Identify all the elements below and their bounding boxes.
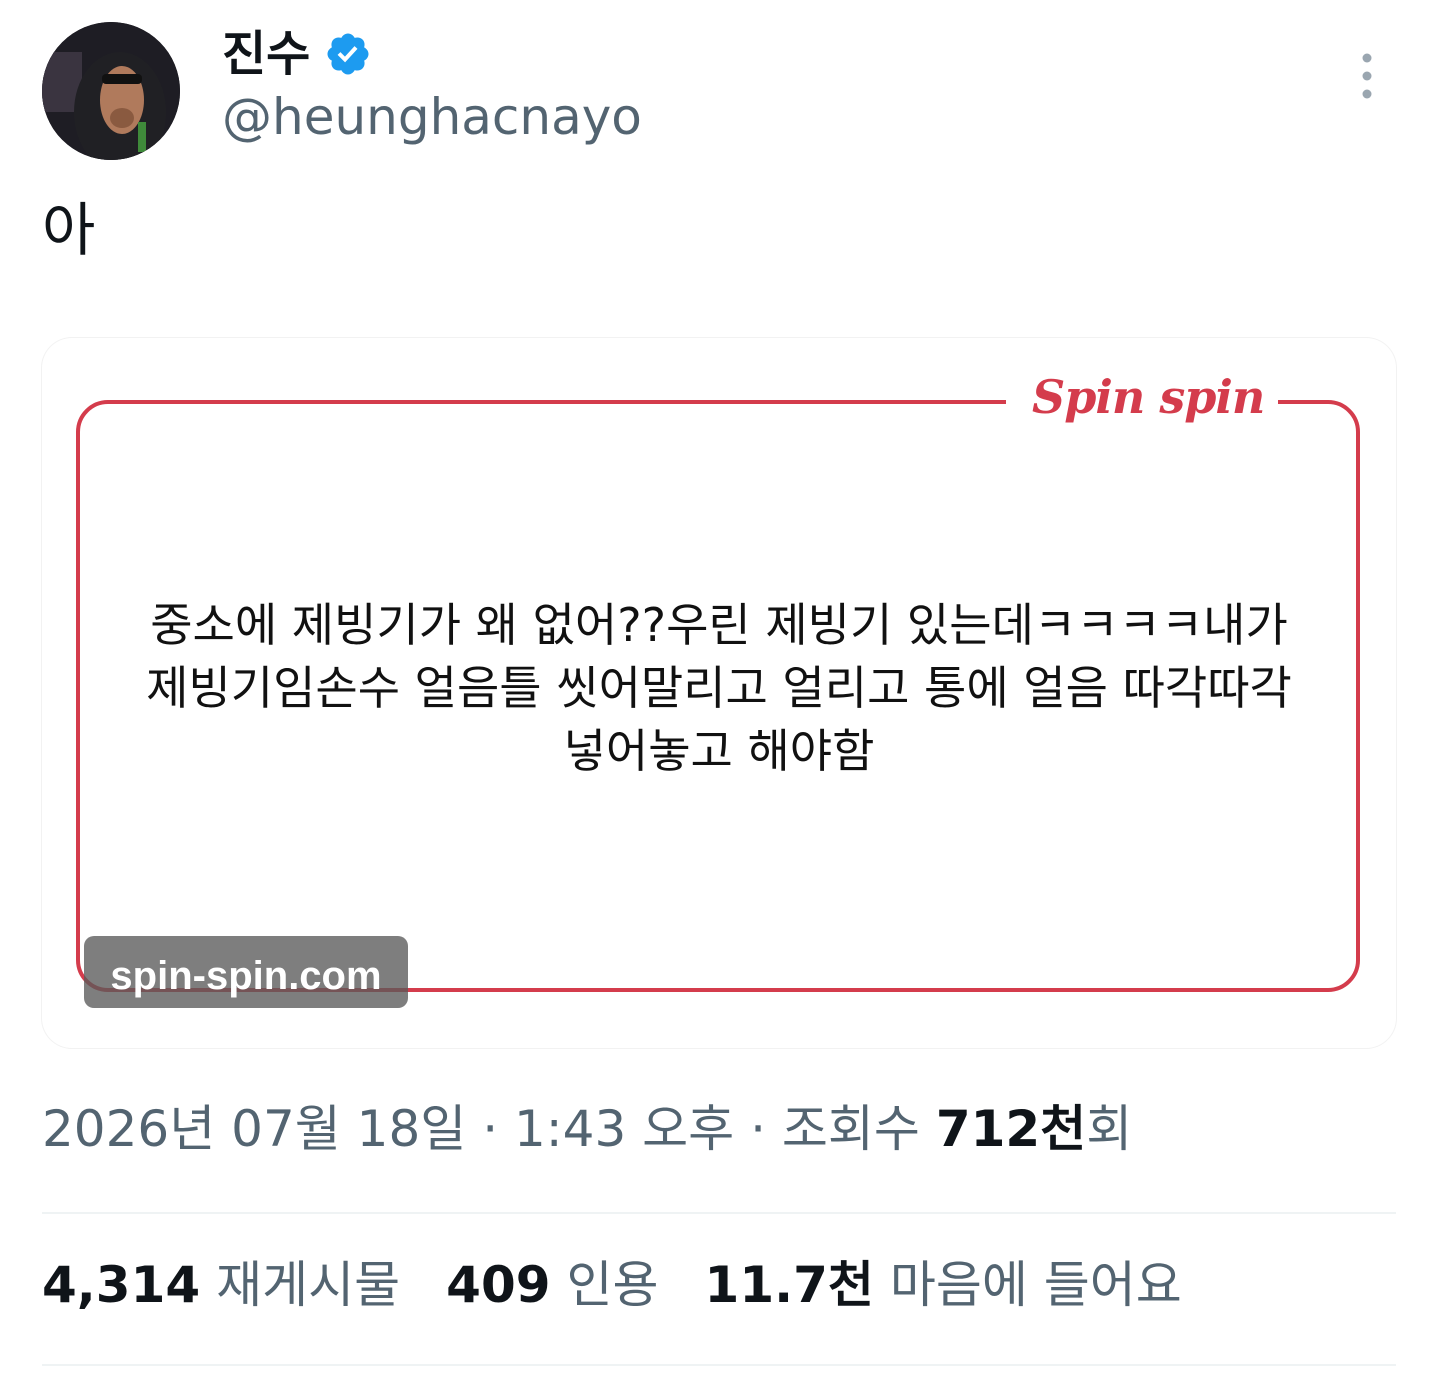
divider (42, 1212, 1396, 1214)
retweets-label: 재게시물 (216, 1256, 401, 1314)
retweets-stat[interactable]: 4,314 재게시물 (42, 1258, 400, 1313)
tweet-media[interactable]: Spin spin 중소에 제빙기가 왜 없어??우린 제빙기 있는데ㅋㅋㅋㅋ내… (42, 338, 1396, 1048)
more-vertical-icon (1362, 53, 1372, 99)
quotes-label: 인용 (566, 1256, 659, 1314)
media-caption: 중소에 제빙기가 왜 없어??우린 제빙기 있는데ㅋㅋㅋㅋ내가 제빙기임손수 얼… (102, 594, 1336, 783)
views-suffix: 회 (1086, 1100, 1133, 1158)
spinspin-logo: Spin spin (1032, 370, 1265, 424)
likes-count: 11.7천 (704, 1256, 874, 1314)
views-label: 조회수 (781, 1100, 920, 1158)
engagement-stats: 4,314 재게시물 409 인용 11.7천 마음에 들어요 (42, 1258, 1182, 1313)
user-handle[interactable]: @heunghacnayo (222, 90, 642, 145)
avatar-image (42, 22, 180, 160)
tweet-text: 아 (42, 196, 96, 264)
tweet-date[interactable]: 2026년 07월 18일 (42, 1100, 466, 1158)
retweets-count: 4,314 (42, 1256, 201, 1314)
tweet-meta: 2026년 07월 18일 · 1:43 오후 · 조회수 712천회 (42, 1102, 1132, 1157)
watermark: spin-spin.com (84, 936, 408, 1008)
quotes-stat[interactable]: 409 인용 (446, 1258, 658, 1313)
likes-stat[interactable]: 11.7천 마음에 들어요 (705, 1258, 1182, 1313)
divider (42, 1364, 1396, 1366)
media-caption-line: 제빙기임손수 얼음틀 씻어말리고 얼리고 통에 얼음 따각따각 (146, 661, 1292, 715)
views-count: 712천 (935, 1100, 1087, 1158)
tweet-time[interactable]: 1:43 오후 (514, 1100, 734, 1158)
more-options-button[interactable] (1344, 50, 1390, 104)
separator: · (482, 1100, 499, 1158)
author-row: 진수 (222, 22, 372, 86)
media-caption-line: 넣어놓고 해야함 (563, 724, 875, 778)
verified-badge-icon (324, 30, 372, 78)
likes-label: 마음에 들어요 (889, 1256, 1182, 1314)
avatar[interactable] (42, 22, 180, 160)
display-name[interactable]: 진수 (222, 30, 310, 78)
media-caption-line: 중소에 제빙기가 왜 없어??우린 제빙기 있는데ㅋㅋㅋㅋ내가 (150, 598, 1288, 652)
separator: · (750, 1100, 766, 1158)
quotes-count: 409 (446, 1256, 551, 1314)
